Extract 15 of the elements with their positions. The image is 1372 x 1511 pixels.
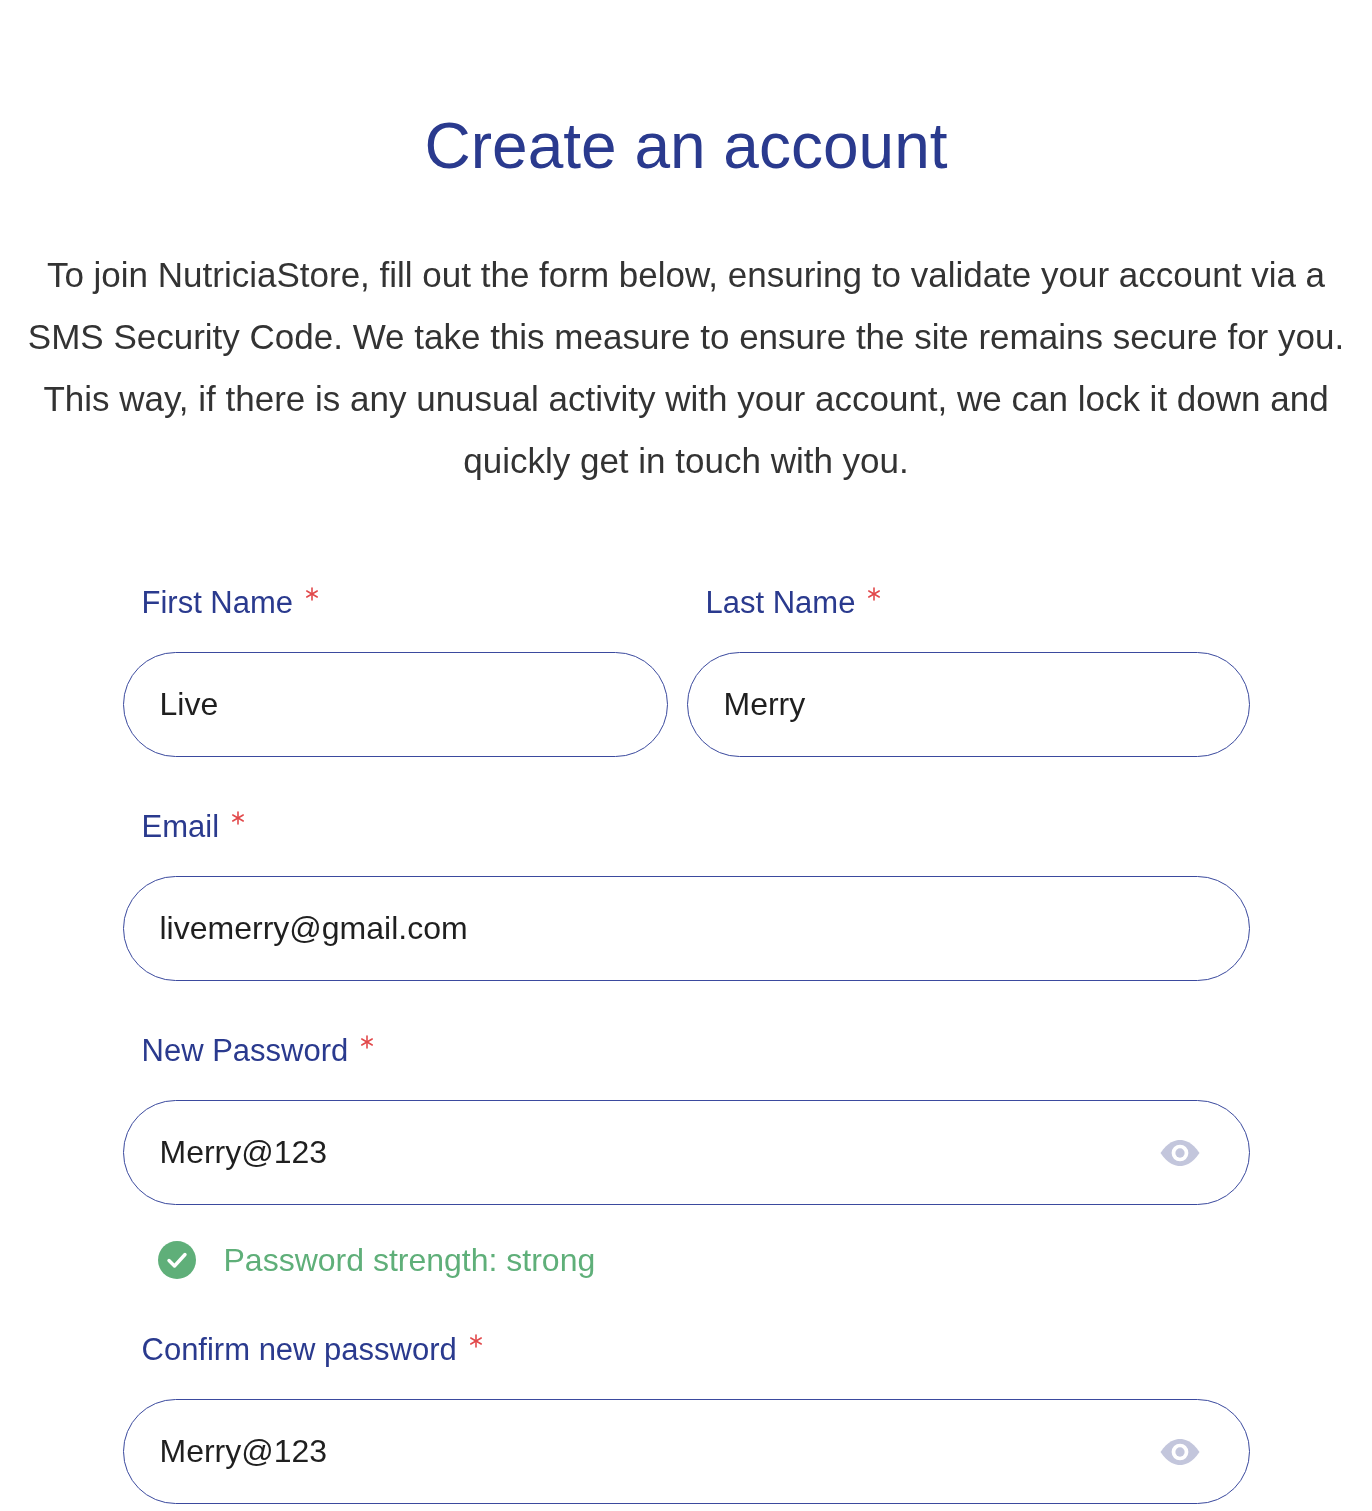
input-field[interactable]: livemerry@gmail.com xyxy=(122,876,1250,981)
input-field[interactable]: Merry@123 xyxy=(122,1399,1250,1504)
field-label: New Password xyxy=(141,1032,349,1070)
eye-icon[interactable] xyxy=(1159,1140,1200,1166)
intro-paragraph: To join NutriciaStore, fill out the form below, ensuring to validate your account via a SMS Security Code. We take this measure to ensure the site remains secure for you. This way, if there is any unusual activity with your account, we can lock it down and quickly get in touch with you. xyxy=(26,254,1346,482)
password-strength-text: Password strength: strong xyxy=(223,1241,596,1280)
field-label: Email xyxy=(141,808,219,846)
eye-icon[interactable] xyxy=(1159,1439,1200,1465)
input-field[interactable]: Merry@123 xyxy=(122,1100,1250,1205)
field-label: First Name xyxy=(141,584,294,622)
field-label: Last Name xyxy=(705,584,856,622)
input-field[interactable]: Merry xyxy=(686,652,1250,757)
field-label: Confirm new password xyxy=(141,1331,457,1369)
page-title: Create an account xyxy=(424,109,948,184)
input-field[interactable]: Live xyxy=(122,652,668,757)
